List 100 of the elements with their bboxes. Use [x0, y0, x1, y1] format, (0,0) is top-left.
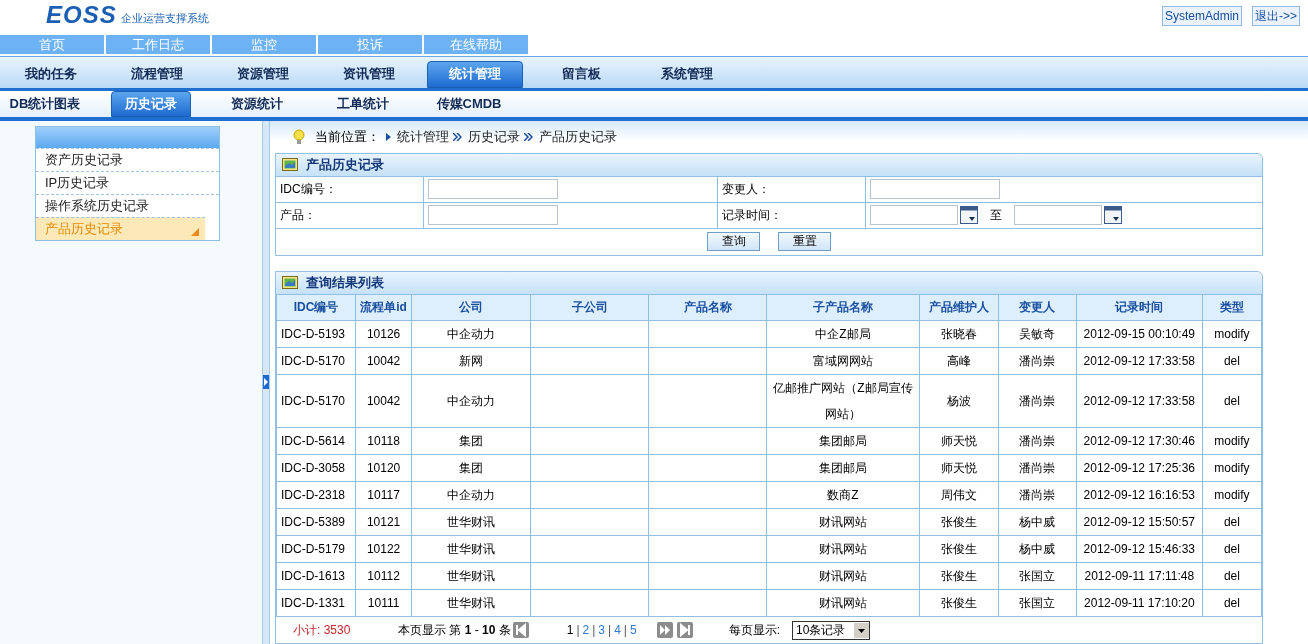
main-tab[interactable]: 系统管理 [639, 60, 735, 88]
corner-triangle-icon [191, 227, 199, 236]
main-tab[interactable]: 资源管理 [215, 60, 311, 88]
input-field[interactable] [428, 205, 558, 225]
table-cell: modify [1202, 454, 1262, 482]
page-separator: | [608, 622, 612, 639]
table-cell: 潘尚崇 [998, 454, 1077, 482]
table-cell: 亿邮推广网站（Z邮局宣传网站） [766, 374, 920, 428]
table-cell: 10112 [355, 562, 412, 590]
table-cell: IDC-D-5614 [276, 427, 356, 455]
table-cell: del [1202, 347, 1262, 375]
table-cell: 2012-09-12 17:30:46 [1076, 427, 1203, 455]
per-page-select[interactable]: 10条记录 [792, 620, 871, 640]
sub-tab[interactable]: DB统计图表 [5, 90, 85, 117]
table-cell: 周伟文 [919, 481, 999, 509]
form-button[interactable]: 重置 [778, 232, 831, 251]
table-cell: 数商Z [766, 481, 920, 509]
breadcrumb-link[interactable]: 历史记录 [468, 126, 520, 147]
page-link[interactable]: 2 [582, 621, 590, 639]
light-bulb-icon [293, 128, 305, 145]
last-page-icon[interactable] [676, 622, 693, 638]
sub-tab[interactable]: 工单统计 [323, 90, 403, 117]
sub-tab[interactable]: 资源统计 [217, 90, 297, 117]
page-link[interactable]: 5 [630, 621, 637, 639]
column-header: 变更人 [998, 294, 1077, 321]
field-label: 记录时间： [718, 202, 866, 228]
sidebar-item[interactable]: 操作系统历史记录 [36, 193, 219, 217]
triangle-right-icon [386, 132, 391, 141]
splitter-handle[interactable] [262, 120, 270, 644]
sidebar-item[interactable]: IP历史记录 [36, 170, 219, 194]
table-cell: 10126 [355, 320, 412, 348]
field-label: 产品： [276, 202, 424, 228]
main-tab[interactable]: 资讯管理 [321, 60, 417, 88]
total-count: 小计: 3530 [293, 622, 352, 639]
table-cell: 张俊生 [919, 508, 999, 536]
range-separator: 至 [990, 207, 1002, 224]
panel-title: 产品历史记录 [306, 155, 384, 174]
table-cell: 集团 [411, 427, 531, 455]
main-tab[interactable]: 留言板 [533, 60, 629, 88]
field-label: IDC编号： [276, 176, 424, 202]
table-cell: 2012-09-12 15:46:33 [1076, 535, 1203, 563]
table-cell: 10122 [355, 535, 412, 563]
table-cell: 财讯网站 [766, 562, 920, 590]
input-field[interactable] [1014, 205, 1102, 225]
table-cell: 2012-09-12 17:25:36 [1076, 454, 1203, 482]
breadcrumb-label: 当前位置： [315, 127, 380, 146]
table-cell: IDC-D-5193 [276, 320, 356, 348]
table-cell: 2012-09-12 17:33:58 [1076, 374, 1203, 428]
input-field[interactable] [870, 205, 958, 225]
field-label: 变更人： [718, 176, 866, 202]
table-cell: 集团 [411, 454, 531, 482]
table-cell: 世华财讯 [411, 535, 531, 563]
main-tab[interactable]: 统计管理 [427, 60, 523, 88]
table-cell: 师天悦 [919, 454, 999, 482]
table-cell: 财讯网站 [766, 508, 920, 536]
table-cell: 2012-09-11 17:11:48 [1076, 562, 1203, 590]
main-tab[interactable]: 流程管理 [109, 60, 205, 88]
input-field[interactable] [870, 179, 1000, 199]
table-cell: 世华财讯 [411, 589, 531, 617]
table-cell: 世华财讯 [411, 508, 531, 536]
table-cell: IDC-D-2318 [276, 481, 356, 509]
table-cell: 潘尚崇 [998, 481, 1077, 509]
table-cell: IDC-D-1331 [276, 589, 356, 617]
user-link[interactable]: SystemAdmin [1161, 6, 1242, 26]
table-cell: del [1202, 374, 1262, 428]
breadcrumb-link[interactable]: 产品历史记录 [539, 126, 617, 147]
table-cell: 张国立 [998, 589, 1077, 617]
first-page-icon[interactable] [512, 622, 529, 638]
sub-tab[interactable]: 历史记录 [111, 90, 191, 117]
table-cell: 集团邮局 [766, 454, 920, 482]
logout-link[interactable]: 退出->> [1252, 6, 1300, 26]
table-cell: 张俊生 [919, 535, 999, 563]
per-page-label: 每页显示: [728, 622, 781, 639]
input-field[interactable] [428, 179, 558, 199]
page-link[interactable]: 4 [614, 621, 621, 639]
table-cell: 10042 [355, 374, 412, 428]
table-cell: 潘尚崇 [998, 427, 1077, 455]
column-header: IDC编号 [276, 294, 356, 321]
calendar-icon[interactable] [1104, 206, 1122, 224]
table-cell: 中企动力 [411, 481, 531, 509]
breadcrumb-link[interactable]: 统计管理 [397, 126, 449, 147]
double-chevron-icon [453, 132, 462, 141]
sub-tab[interactable]: 传媒CMDB [429, 90, 509, 117]
table-cell: del [1202, 535, 1262, 563]
table-cell: 杨中威 [998, 508, 1077, 536]
table-cell: 10118 [355, 427, 412, 455]
next-page-icon[interactable] [656, 622, 673, 638]
table-cell: del [1202, 589, 1262, 617]
column-header: 公司 [411, 294, 531, 321]
table-cell: 杨波 [919, 374, 999, 428]
table-cell: 世华财讯 [411, 562, 531, 590]
main-tab[interactable]: 我的任务 [3, 60, 99, 88]
panel-title: 查询结果列表 [306, 273, 384, 292]
page-link[interactable]: 3 [598, 621, 606, 639]
table-cell: 张晓春 [919, 320, 999, 348]
sidebar-item[interactable]: 资产历史记录 [36, 147, 219, 171]
table-cell: modify [1202, 320, 1262, 348]
calendar-icon[interactable] [960, 206, 978, 224]
page-link[interactable]: 1 [566, 621, 574, 639]
form-button[interactable]: 查询 [707, 232, 760, 251]
